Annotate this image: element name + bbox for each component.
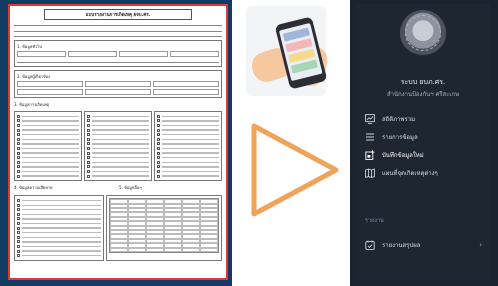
form-section-title: 3. ข้อมูลการเกิดเหตุ <box>14 102 50 107</box>
brand-name: ระบบ ยบภ.ศร. <box>400 78 446 86</box>
smartphone-icon <box>274 16 328 90</box>
chart-icon <box>365 114 375 124</box>
form-checklist-block <box>14 111 222 182</box>
add-doc-icon <box>365 150 375 160</box>
list-icon <box>365 132 375 142</box>
main-menu: สถิติภาพรวม รายการข้อมูล บันทึกข้อมูลใหม… <box>362 110 488 182</box>
illustration-panel <box>232 0 350 286</box>
menu-item-new-record[interactable]: บันทึกข้อมูลใหม่ <box>362 146 488 164</box>
menu-item-label: แผนที่จุดเกิดเหตุต่างๆ <box>382 170 438 177</box>
form-panel: แบบรายงานการเกิดเหตุ ยจบ.ศร. 1. ข้อมูลทั… <box>0 0 232 286</box>
app-sidebar: ระบบ ยบภ.ศร. สำนักงานป้องกันฯ ศรีสะเกษ ส… <box>356 4 490 280</box>
menu-item-statistics[interactable]: สถิติภาพรวม <box>362 110 488 128</box>
menu-item-label: บันทึกข้อมูลใหม่ <box>382 152 424 159</box>
form-section-title: 2. ข้อมูลผู้เกี่ยวข้อง <box>17 74 51 79</box>
menu-item-label: สถิติภาพรวม <box>382 116 416 123</box>
menu-item-label: รายงานสรุปผล <box>382 242 421 249</box>
form-section-title: 4. ข้อมูลความเสียหาย <box>14 185 53 191</box>
form-title: แบบรายงานการเกิดเหตุ ยจบ.ศร. <box>44 9 192 20</box>
map-icon <box>365 168 375 178</box>
chevron-right-icon: › <box>479 241 482 249</box>
brand-subtitle: สำนักงานป้องกันฯ ศรีสะเกษ <box>386 91 460 98</box>
menu-item-summary-report[interactable]: รายงานสรุปผล › <box>362 236 488 254</box>
form-damage-block <box>14 195 222 262</box>
form-section-title: 5. ข้อมูลอื่นๆ <box>119 185 142 191</box>
form-section-general: 1. ข้อมูลทั่วไป <box>14 40 222 67</box>
form-section-title: 1. ข้อมูลทั่วไป <box>17 44 42 49</box>
paper-form-image: แบบรายงานการเกิดเหตุ ยจบ.ศร. 1. ข้อมูลทั… <box>8 4 228 280</box>
calendar-check-icon <box>365 240 375 250</box>
menu-item-map[interactable]: แผนที่จุดเกิดเหตุต่างๆ <box>362 164 488 182</box>
menu-item-records[interactable]: รายการข้อมูล <box>362 128 488 146</box>
organization-seal-logo <box>400 10 446 56</box>
arrow-right-icon <box>251 123 339 217</box>
phone-illustration <box>246 6 330 96</box>
menu-item-label: รายการข้อมูล <box>382 134 418 141</box>
form-section-people: 2. ข้อมูลผู้เกี่ยวข้อง <box>14 70 222 98</box>
section-label-reports: รายงาน <box>365 218 384 224</box>
app-screen: ระบบ ยบภ.ศร. สำนักงานป้องกันฯ ศรีสะเกษ ส… <box>350 0 498 286</box>
